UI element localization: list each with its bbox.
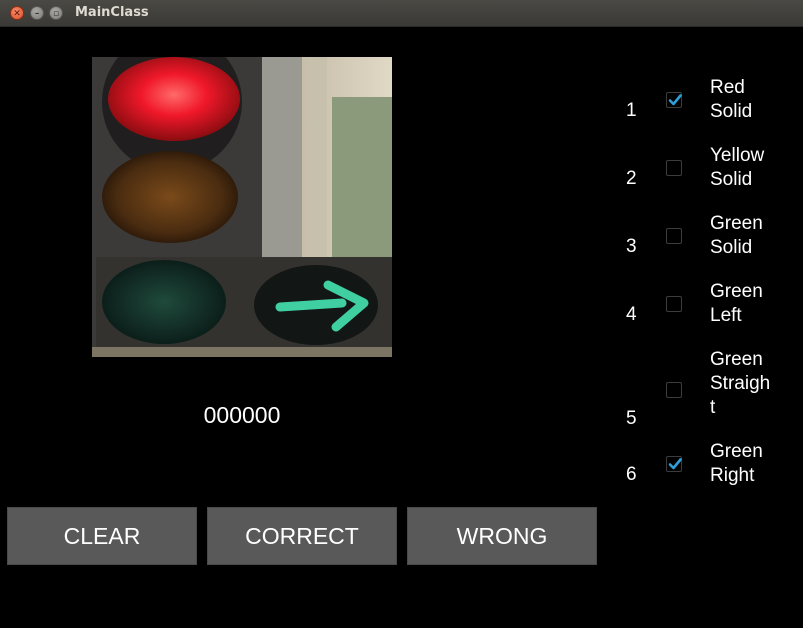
option-checkbox[interactable] xyxy=(666,160,682,176)
check-icon xyxy=(668,458,682,470)
check-icon xyxy=(668,94,682,106)
option-number: 3 xyxy=(626,236,637,257)
option-label: Green Solid xyxy=(710,212,800,260)
option-checkbox[interactable] xyxy=(666,92,682,108)
option-checkbox[interactable] xyxy=(666,456,682,472)
option-label-line: t xyxy=(710,397,716,418)
option-checkbox[interactable] xyxy=(666,228,682,244)
maximize-icon[interactable]: ▫ xyxy=(49,6,63,20)
minimize-icon[interactable]: – xyxy=(30,6,44,20)
option-label-line: Yellow xyxy=(710,145,765,166)
option-label: Green Right xyxy=(710,440,800,488)
option-label: Yellow Solid xyxy=(710,144,800,192)
close-icon[interactable]: ✕ xyxy=(10,6,24,20)
option-number: 2 xyxy=(626,168,637,189)
option-label-line: Solid xyxy=(710,101,753,122)
clear-button[interactable]: CLEAR xyxy=(7,507,197,565)
title-bar: ✕ – ▫ MainClass xyxy=(0,0,803,27)
option-label-line: Straigh xyxy=(710,373,771,394)
option-number: 5 xyxy=(626,408,637,429)
option-label-line: Green xyxy=(710,441,763,462)
main-panel: 000000 CLEAR CORRECT WRONG 1 Red Solid 2 Yel… xyxy=(0,28,803,628)
option-label: Red Solid xyxy=(710,76,800,124)
option-label: Green Straigh t xyxy=(710,348,800,420)
correct-button[interactable]: CORRECT xyxy=(207,507,397,565)
option-label: Green Left xyxy=(710,280,800,328)
option-label-line: Green xyxy=(710,281,763,302)
option-label-line: Red xyxy=(710,77,745,98)
option-number: 1 xyxy=(626,100,637,121)
window-title: MainClass xyxy=(75,5,149,20)
option-label-line: Green xyxy=(710,349,763,370)
option-number: 6 xyxy=(626,464,637,485)
option-label-line: Green xyxy=(710,213,763,234)
counter-display: 000000 xyxy=(203,402,281,428)
option-label-line: Solid xyxy=(710,169,753,190)
traffic-light-image xyxy=(92,57,392,357)
wrong-button[interactable]: WRONG xyxy=(407,507,597,565)
option-label-line: Right xyxy=(710,465,755,486)
option-label-line: Left xyxy=(710,305,742,326)
option-checkbox[interactable] xyxy=(666,382,682,398)
option-checkbox[interactable] xyxy=(666,296,682,312)
option-label-line: Solid xyxy=(710,237,753,258)
option-number: 4 xyxy=(626,304,637,325)
